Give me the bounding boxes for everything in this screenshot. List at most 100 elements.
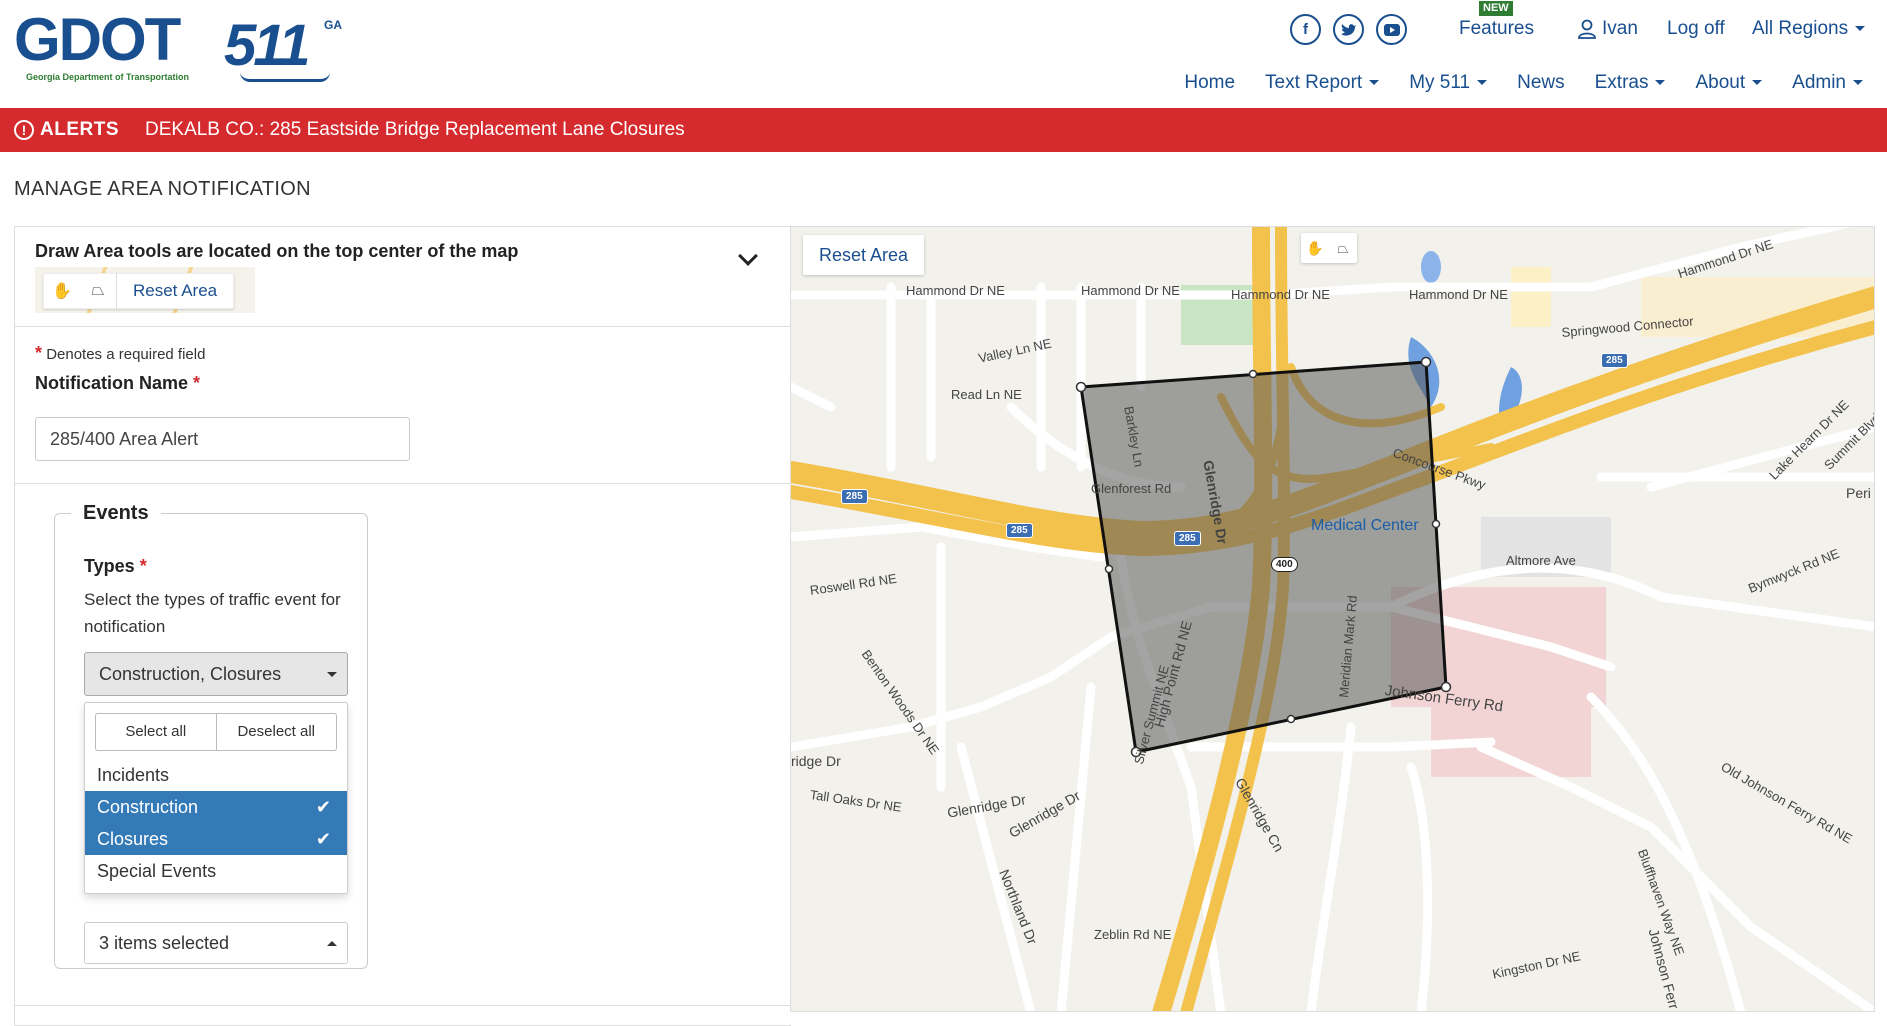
polygon-vertex xyxy=(1075,381,1087,393)
nav-home[interactable]: Home xyxy=(1184,72,1235,94)
map-reset-area-button[interactable]: Reset Area xyxy=(803,235,925,275)
option-special-events[interactable]: Special Events xyxy=(85,855,347,887)
state-route-shield: 400 xyxy=(1271,557,1298,572)
draw-tools: ✋ ⏢ xyxy=(1301,233,1357,263)
check-icon: ✔ xyxy=(315,829,331,849)
map-label: ridge Dr xyxy=(791,753,841,769)
alert-message[interactable]: DEKALB CO.: 285 Eastside Bridge Replacem… xyxy=(145,119,685,141)
gdot-subtitle: Georgia Department of Transportation xyxy=(26,72,190,82)
polygon-midpoint xyxy=(1104,564,1114,574)
map-label: Hammond Dr NE xyxy=(1409,287,1508,302)
map-label: Altmore Ave xyxy=(1506,553,1576,568)
logoff-link[interactable]: Log off xyxy=(1667,18,1725,40)
polygon-vertex xyxy=(1420,356,1432,368)
medical-center-label[interactable]: Medical Center xyxy=(1311,517,1419,535)
polygon-icon[interactable]: ⏢ xyxy=(80,273,116,309)
caret-down-icon xyxy=(327,672,337,677)
interstate-shield: 285 xyxy=(841,489,868,504)
map-label: Hammond Dr NE xyxy=(1231,287,1330,302)
chevron-down-icon xyxy=(1752,80,1763,86)
alert-label[interactable]: ALERTS xyxy=(40,119,119,141)
required-note: * Denotes a required field xyxy=(35,343,206,363)
events-legend: Events xyxy=(71,502,161,525)
logo-ga: GA xyxy=(324,18,342,32)
hand-icon[interactable]: ✋ xyxy=(1301,233,1329,263)
draw-tools-preview: ✋ ⏢ Reset Area xyxy=(35,267,255,313)
gdot-wordmark: GDOT xyxy=(14,6,181,73)
caret-up-icon xyxy=(327,941,337,946)
reset-area-button[interactable]: Reset Area xyxy=(116,273,233,309)
chevron-down-icon xyxy=(1477,80,1488,86)
select-all-button[interactable]: Select all xyxy=(96,714,216,750)
option-incidents[interactable]: Incidents xyxy=(85,759,347,791)
regions-dropdown[interactable]: All Regions xyxy=(1752,18,1866,40)
map-label: Zeblin Rd NE xyxy=(1094,927,1172,942)
map-view[interactable]: Reset Area ✋ ⏢ Hammond Dr NE Hammond Dr … xyxy=(790,226,1875,1012)
map-label: Peri xyxy=(1846,485,1871,501)
facebook-icon[interactable]: f xyxy=(1290,14,1321,45)
map-label: Hammond Dr NE xyxy=(1081,283,1180,298)
features-link[interactable]: Features xyxy=(1459,18,1534,40)
check-icon: ✔ xyxy=(315,797,331,817)
notification-name-input[interactable] xyxy=(35,417,410,461)
pond xyxy=(1421,251,1441,283)
hand-icon[interactable]: ✋ xyxy=(44,273,80,309)
divider xyxy=(15,483,792,484)
required-star: * xyxy=(193,373,201,393)
polygon-midpoint xyxy=(1431,519,1441,529)
types-label: Types * xyxy=(84,556,147,576)
site-header: GDOT Georgia Department of Transportatio… xyxy=(0,0,1887,108)
new-badge: NEW xyxy=(1479,1,1513,16)
notification-name-label: Notification Name * xyxy=(35,373,201,393)
form-panel: Draw Area tools are located on the top c… xyxy=(14,226,792,1026)
deselect-all-button[interactable]: Deselect all xyxy=(215,714,337,750)
regions-label: All Regions xyxy=(1752,18,1849,39)
types-dropdown-menu: Select all Deselect all Incidents Constr… xyxy=(84,702,348,894)
nav-news[interactable]: News xyxy=(1517,72,1565,94)
twitter-icon[interactable] xyxy=(1333,14,1364,45)
types-description: Select the types of traffic event for no… xyxy=(84,590,341,636)
alert-icon: ! xyxy=(14,120,34,140)
option-construction[interactable]: Construction ✔ xyxy=(85,791,347,823)
option-closures[interactable]: Closures ✔ xyxy=(85,823,347,855)
nav-admin[interactable]: Admin xyxy=(1792,72,1863,94)
divider xyxy=(15,326,792,327)
user-menu[interactable]: Ivan xyxy=(1578,18,1638,40)
youtube-icon[interactable] xyxy=(1376,14,1407,45)
nav-my511[interactable]: My 511 xyxy=(1409,72,1488,94)
second-multiselect[interactable]: 3 items selected xyxy=(84,922,348,964)
yellow-area xyxy=(1511,267,1551,327)
logo-511: 511 xyxy=(224,13,310,78)
chevron-down-icon xyxy=(1655,80,1666,86)
divider xyxy=(15,1005,792,1006)
polygon-icon[interactable]: ⏢ xyxy=(1329,233,1357,263)
page-title: MANAGE AREA NOTIFICATION xyxy=(14,178,311,200)
interstate-shield: 285 xyxy=(1006,523,1033,538)
user-name: Ivan xyxy=(1602,18,1638,39)
required-star: * xyxy=(139,556,147,576)
user-icon xyxy=(1578,19,1596,39)
map-label: Read Ln NE xyxy=(951,387,1022,402)
required-star: * xyxy=(35,343,43,363)
interstate-shield: 285 xyxy=(1174,531,1201,546)
events-fieldset: Events Types * Select the types of traff… xyxy=(54,502,368,969)
chevron-down-icon[interactable] xyxy=(738,246,758,266)
social-links: f xyxy=(1290,14,1407,45)
alert-bar: ! ALERTS DEKALB CO.: 285 Eastside Bridge… xyxy=(0,108,1887,152)
types-multiselect[interactable]: Construction, Closures xyxy=(84,652,348,696)
draw-hint: Draw Area tools are located on the top c… xyxy=(35,241,519,261)
nav-about[interactable]: About xyxy=(1695,72,1763,94)
chevron-down-icon xyxy=(1855,26,1866,32)
nav-text-report[interactable]: Text Report xyxy=(1265,72,1380,94)
polygon-midpoint xyxy=(1286,714,1296,724)
map-canvas[interactable] xyxy=(791,227,1875,1012)
chevron-down-icon xyxy=(1853,80,1863,86)
map-label: Hammond Dr NE xyxy=(906,283,1005,298)
chevron-down-icon xyxy=(1369,80,1380,86)
polygon-midpoint xyxy=(1248,369,1258,379)
logo-swoosh xyxy=(240,72,330,82)
nav-extras[interactable]: Extras xyxy=(1595,72,1666,94)
main-nav: Home Text Report My 511 News Extras Abou… xyxy=(1154,72,1863,94)
interstate-shield: 285 xyxy=(1601,353,1628,368)
map-label: Glenforest Rd xyxy=(1091,481,1172,496)
